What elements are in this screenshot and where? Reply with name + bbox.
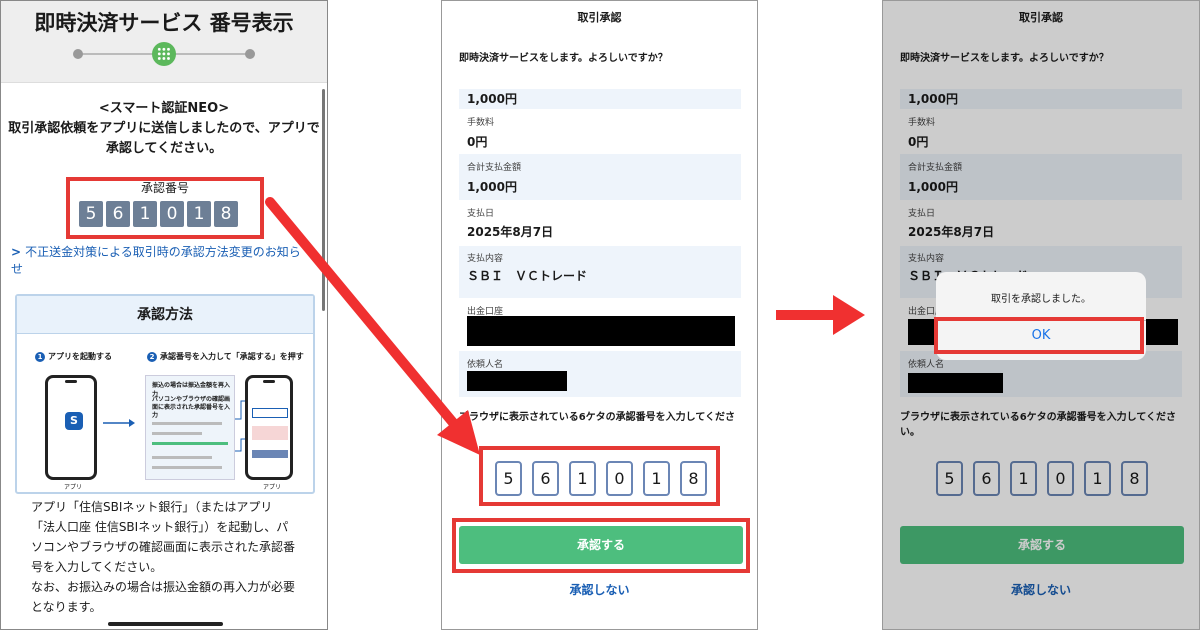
approve-button-highlight (452, 518, 750, 573)
dialog-message: 取引を承認しました。 (991, 294, 1091, 305)
redacted-account (467, 316, 735, 346)
content-label: 支払内容 (467, 254, 504, 264)
content-value: ＳＢＩ ＶＣトレード (467, 269, 588, 283)
bank-app-icon: S (65, 412, 83, 430)
browser-screen-illustration: 振込の場合は振込金額を再入力 パソコンやブラウザの確認画面に表示された承認番号を… (145, 375, 235, 480)
auth-heading: <スマート認証NEO> (98, 101, 230, 116)
fee-label: 手数料 (467, 118, 495, 128)
chevron-right-icon: > (11, 245, 22, 259)
redacted-requester (467, 371, 567, 391)
auth-message-line: 取引承認依頼をアプリに送信しましたので、アプリで (8, 121, 320, 136)
notice-link-text: 不正送金対策による取引時の承認方法変更のお知らせ (11, 245, 301, 276)
phone-caption: アプリ (263, 484, 282, 491)
fee-value: 0円 (467, 135, 488, 149)
screen-header: 即時決済サービス 番号表示 (1, 1, 327, 83)
progress-step-dot (245, 49, 255, 59)
approval-code-highlight (66, 177, 264, 239)
reject-link[interactable]: 承認しない (442, 581, 757, 598)
ok-button-highlight (934, 317, 1144, 354)
home-indicator (108, 622, 223, 626)
amount-value: 1,000円 (467, 92, 517, 106)
arrow-right-icon (103, 419, 135, 427)
code-instruction: ブラウザに表示されている6ケタの承認番号を入力してください。 (459, 412, 736, 438)
notice-link[interactable]: > 不正送金対策による取引時の承認方法変更のお知らせ (11, 244, 311, 278)
method-title: 承認方法 (17, 296, 313, 334)
date-label: 支払日 (467, 209, 495, 219)
step-2-label: 2 承認番号を入力して「承認する」を押す (147, 351, 304, 362)
step-number-badge: 2 (147, 352, 157, 362)
scrollbar[interactable] (322, 89, 325, 311)
approval-complete-screen: 取引承認 即時決済サービスをします。よろしいですか？ 1,000円 手数料 0円… (882, 0, 1200, 630)
total-value: 1,000円 (467, 180, 517, 194)
requester-label: 依頼人名 (467, 360, 504, 370)
phone-illustration (245, 375, 293, 480)
page-title: 即時決済サービス 番号表示 (34, 11, 294, 35)
approval-method-card: 承認方法 1 アプリを起動する 2 承認番号を入力して「承認する」を押す S アプリ… (15, 294, 315, 494)
step-number-badge: 1 (35, 352, 45, 362)
step-1-label: 1 アプリを起動する (35, 351, 112, 362)
screen-title: 取引承認 (577, 11, 622, 24)
phone-illustration: S (45, 375, 97, 480)
date-value: 2025年8月7日 (467, 225, 554, 239)
progress-step-dot (73, 49, 83, 59)
method-description: アプリ「住信SBIネット銀行」（またはアプリ 「法人口座 住信SBIネット銀行」… (31, 500, 296, 614)
code-input-highlight (479, 446, 720, 506)
phone-caption: アプリ (64, 484, 83, 491)
auth-message-line: 承認してください。 (105, 141, 223, 156)
current-step-icon (152, 42, 176, 66)
total-label: 合計支払金額 (467, 163, 522, 173)
number-display-screen: 即時決済サービス 番号表示 <スマート認証NEO> 取引承認依頼をアプリに送信し… (0, 0, 328, 630)
confirm-prompt: 即時決済サービスをします。よろしいですか？ (459, 53, 668, 64)
